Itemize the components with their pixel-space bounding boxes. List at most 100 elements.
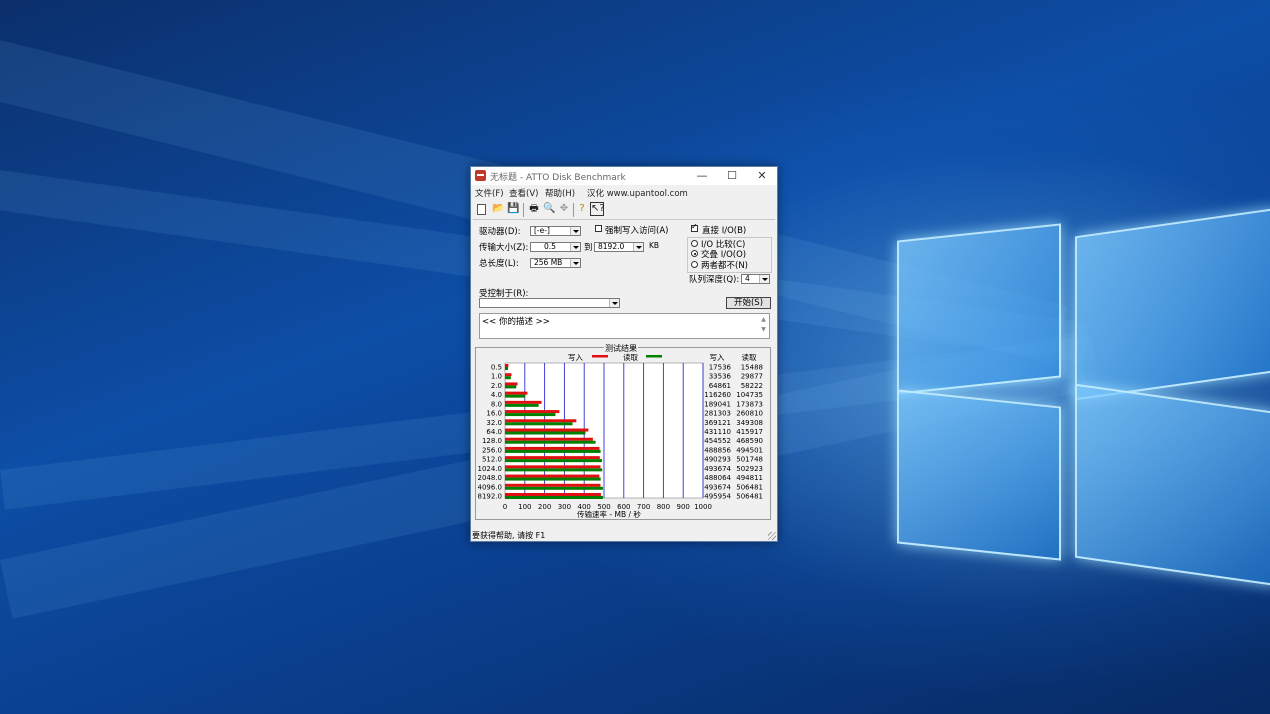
toolbar: 📂 💾 🖶 🔍 ✥ ? ↖?	[473, 201, 775, 220]
write-value: 189041	[704, 400, 731, 408]
neither-label: 两者都不(N)	[701, 261, 748, 271]
read-bar	[505, 376, 511, 380]
maximize-button[interactable]: ☐	[717, 167, 747, 185]
open-folder-icon[interactable]: 📂	[491, 202, 505, 216]
atto-window: 无标题 - ATTO Disk Benchmark — ☐ ✕ 文件(F) 查看…	[470, 166, 778, 542]
read-value: 58222	[741, 382, 763, 390]
queue-depth-select[interactable]: 4	[741, 274, 770, 284]
menu-view[interactable]: 查看(V)	[509, 187, 538, 199]
total-length-label: 总长度(L):	[479, 259, 519, 269]
x-tick-label: 100	[518, 503, 531, 511]
start-button[interactable]: 开始(S)	[726, 297, 771, 309]
print-preview-icon[interactable]: 🔍	[542, 202, 556, 216]
x-tick-label: 200	[538, 503, 551, 511]
minimize-button[interactable]: —	[687, 167, 717, 185]
io-compare-radio[interactable]	[691, 240, 698, 247]
queue-depth-label: 队列深度(Q):	[689, 275, 740, 285]
results-chart: 0 100 200 300 400 500 600 700 800 900 1000传输速率 - M…	[478, 352, 764, 519]
help-icon[interactable]: ?	[575, 202, 589, 216]
menu-bar: 文件(F) 查看(V) 帮助(H) 汉化 www.upantool.com	[471, 186, 777, 199]
close-button[interactable]: ✕	[747, 167, 777, 185]
category-label: 8192.0	[478, 493, 503, 501]
write-bar	[505, 419, 577, 423]
category-label: 1024.0	[478, 465, 503, 473]
force-write-checkbox[interactable]	[595, 225, 602, 232]
category-label: 8.0	[491, 400, 502, 408]
direct-io-checkbox[interactable]	[691, 222, 698, 232]
write-value: 490293	[704, 456, 731, 464]
read-value: 260810	[736, 410, 763, 418]
kb-label: KB	[649, 241, 660, 250]
menu-help[interactable]: 帮助(H)	[545, 187, 575, 199]
write-value: 369121	[704, 419, 731, 427]
legend-label-write: 写入	[568, 353, 583, 362]
category-label: 0.5	[491, 364, 502, 372]
description-text: << 你的描述 >>	[482, 317, 550, 327]
neither-radio[interactable]	[691, 261, 698, 268]
write-value: 493674	[704, 465, 731, 473]
write-bar	[505, 437, 593, 441]
controlled-by-select[interactable]	[479, 298, 620, 308]
menu-file[interactable]: 文件(F)	[475, 187, 504, 199]
menu-localization[interactable]: 汉化 www.upantool.com	[587, 187, 688, 199]
windows-logo-pane	[1075, 207, 1270, 401]
transfer-size-label: 传输大小(Z):	[479, 243, 529, 253]
save-icon[interactable]: 💾	[506, 202, 520, 216]
write-value: 488064	[704, 474, 731, 482]
chevron-down-icon	[609, 299, 619, 307]
category-label: 32.0	[486, 419, 502, 427]
x-tick-label: 800	[657, 503, 670, 511]
read-bar	[505, 413, 556, 417]
windows-logo-pane	[897, 223, 1061, 395]
drive-label: 驱动器(D):	[479, 227, 521, 237]
read-value: 506481	[736, 483, 763, 491]
status-bar: 要获得帮助, 请按 F1	[471, 529, 777, 541]
read-bar	[505, 468, 603, 472]
category-label: 4.0	[491, 391, 502, 399]
print-icon[interactable]: 🖶	[527, 202, 541, 216]
windows-logo-pane	[897, 389, 1061, 561]
x-tick-label: 0	[503, 503, 507, 511]
transfer-from-select[interactable]: 0.5	[530, 242, 581, 252]
total-length-select[interactable]: 256 MB	[530, 258, 581, 268]
write-value: 454552	[704, 437, 731, 445]
write-value: 17536	[709, 364, 732, 372]
legend-swatch-write	[592, 355, 608, 358]
write-value: 488856	[704, 446, 731, 454]
read-value: 415917	[736, 428, 763, 436]
read-bar	[505, 403, 539, 407]
scroll-arrows-icon[interactable]: ▲ ▼	[759, 315, 768, 337]
category-label: 4096.0	[478, 483, 503, 491]
read-bar	[505, 422, 573, 426]
category-label: 256.0	[482, 446, 502, 454]
x-tick-label: 900	[677, 503, 690, 511]
drive-select[interactable]: [-e-]	[530, 226, 581, 236]
read-value: 501748	[736, 456, 763, 464]
write-bar	[505, 456, 600, 460]
legend-label-read: 读取	[623, 352, 638, 362]
read-bar	[505, 477, 601, 481]
write-bar	[505, 410, 560, 414]
x-axis-label: 传输速率 - MB / 秒	[577, 509, 641, 519]
read-value: 104735	[736, 391, 763, 399]
to-label: 到	[584, 243, 593, 253]
description-field[interactable]: << 你的描述 >> ▲ ▼	[479, 313, 770, 339]
window-title: 无标题 - ATTO Disk Benchmark	[490, 173, 626, 183]
move-icon[interactable]: ✥	[557, 202, 571, 216]
write-bar	[505, 382, 518, 386]
read-bar	[505, 440, 596, 444]
write-bar	[505, 483, 601, 487]
atto-app-icon	[475, 170, 486, 181]
context-help-icon[interactable]: ↖?	[590, 202, 605, 216]
transfer-to-select[interactable]: 8192.0	[594, 242, 644, 252]
read-bar	[505, 449, 601, 453]
title-bar[interactable]: 无标题 - ATTO Disk Benchmark — ☐ ✕	[471, 167, 777, 185]
chevron-down-icon	[759, 275, 769, 283]
write-bar	[505, 391, 528, 395]
read-value: 502923	[736, 465, 763, 473]
resize-grip-icon[interactable]	[768, 532, 776, 540]
io-overlap-radio[interactable]	[691, 250, 698, 257]
write-value: 33536	[709, 373, 732, 381]
x-tick-label: 300	[558, 503, 571, 511]
new-file-icon[interactable]	[477, 204, 486, 215]
